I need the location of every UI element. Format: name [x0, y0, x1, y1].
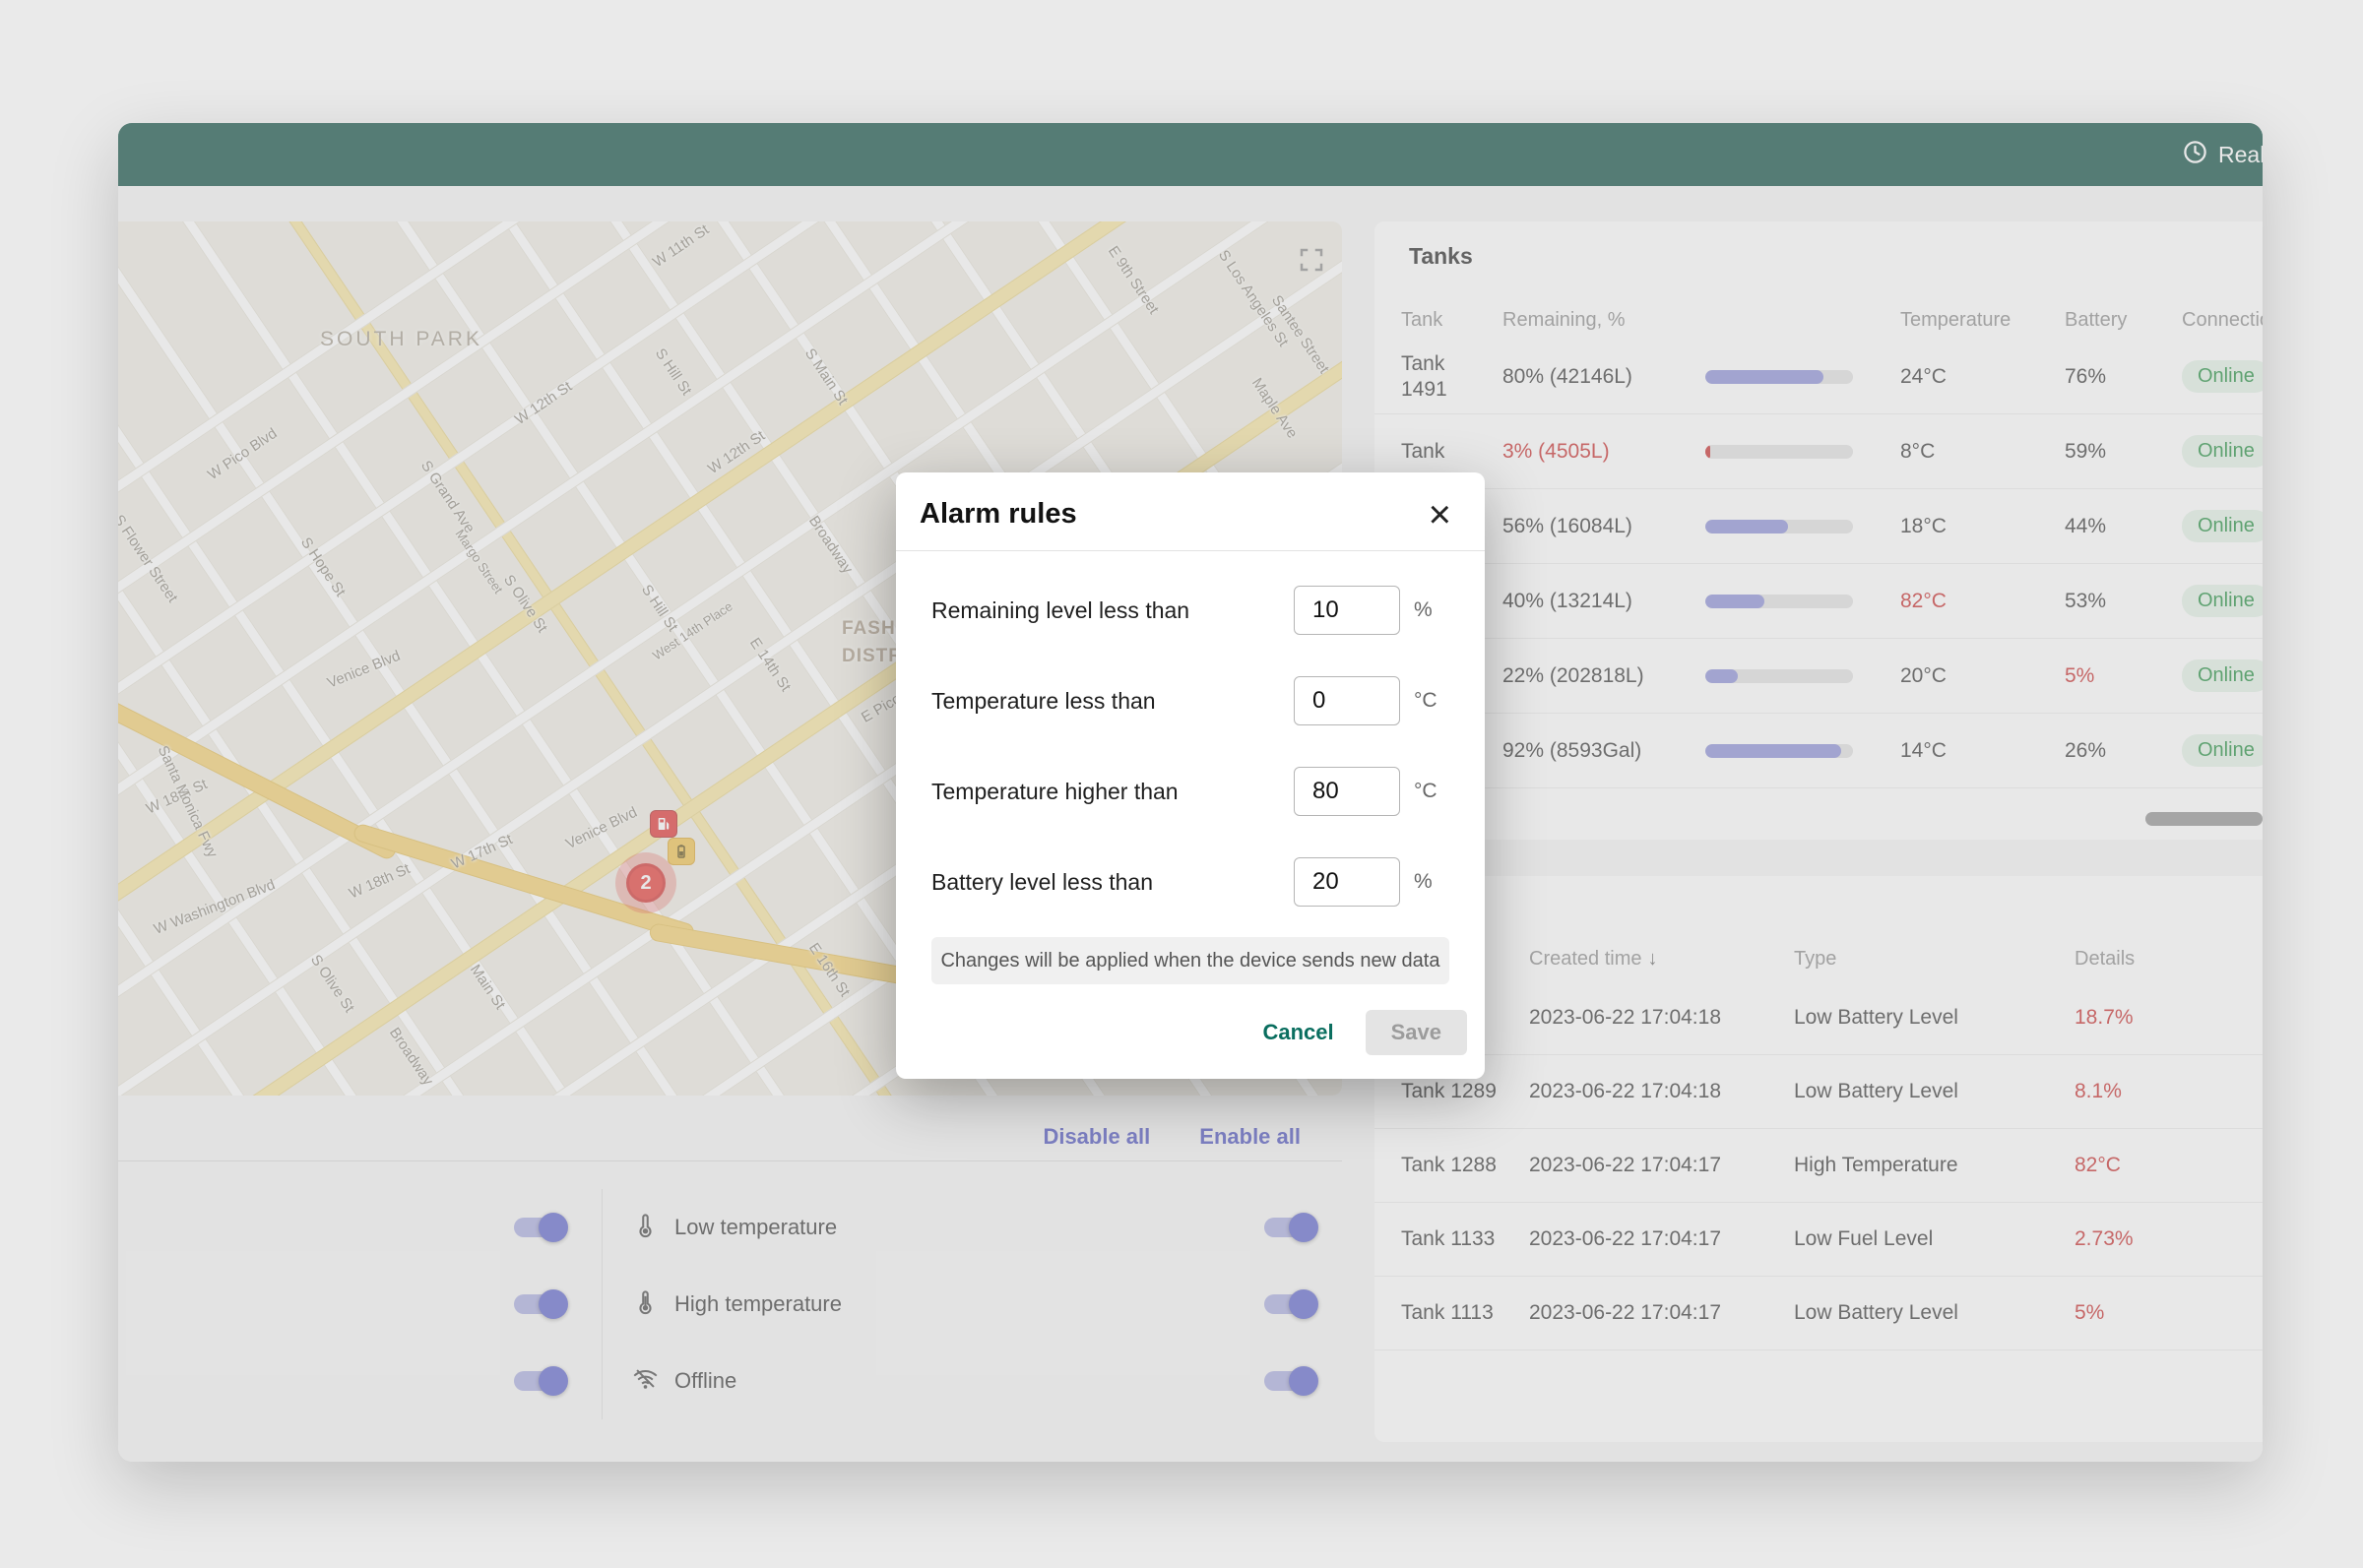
rule-unit: %	[1414, 870, 1449, 894]
temperature-high-input[interactable]	[1294, 767, 1400, 816]
close-icon[interactable]: ×	[1429, 499, 1451, 531]
save-button: Save	[1366, 1010, 1467, 1055]
rule-label: Temperature less than	[931, 688, 1294, 715]
dialog-title: Alarm rules	[920, 498, 1077, 531]
rule-row: Temperature higher than °C	[931, 746, 1449, 837]
battery-level-input[interactable]	[1294, 857, 1400, 907]
apply-note: Changes will be applied when the device …	[931, 937, 1449, 984]
rule-row: Temperature less than °C	[931, 656, 1449, 746]
alarm-rules-dialog: Alarm rules × Remaining level less than …	[896, 472, 1485, 1079]
rule-label: Remaining level less than	[931, 597, 1294, 624]
cancel-button[interactable]: Cancel	[1245, 1010, 1351, 1055]
rule-unit: %	[1414, 598, 1449, 622]
rule-row: Battery level less than %	[931, 837, 1449, 927]
rule-unit: °C	[1414, 689, 1449, 713]
remaining-level-input[interactable]	[1294, 586, 1400, 635]
temperature-low-input[interactable]	[1294, 676, 1400, 725]
rule-label: Battery level less than	[931, 869, 1294, 896]
rule-row: Remaining level less than %	[931, 565, 1449, 656]
rule-label: Temperature higher than	[931, 779, 1294, 805]
rule-unit: °C	[1414, 780, 1449, 803]
